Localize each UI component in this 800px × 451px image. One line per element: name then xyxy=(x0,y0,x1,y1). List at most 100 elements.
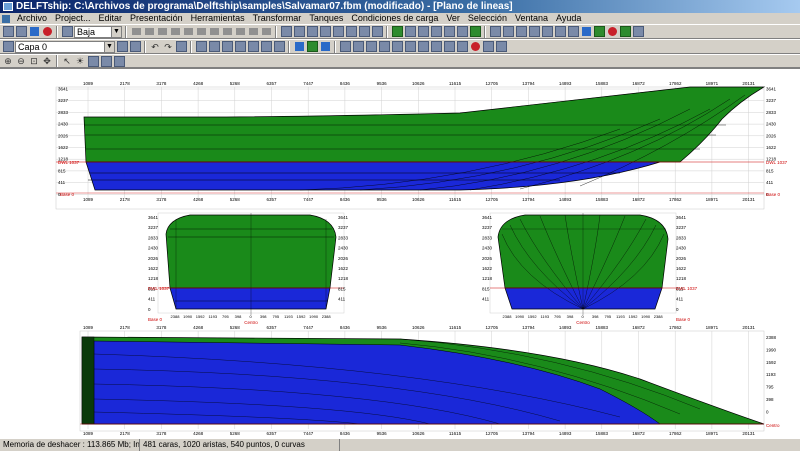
drawing-canvas[interactable]: 1089 2178 3178 4268 5268 6357 7447 8436 9536 1062… xyxy=(0,68,800,438)
edit-icon[interactable] xyxy=(234,41,246,53)
edit-points-icon[interactable] xyxy=(280,26,292,38)
tool-icon[interactable] xyxy=(430,26,442,38)
grid-icon[interactable] xyxy=(365,41,377,53)
tool-icon[interactable] xyxy=(456,26,468,38)
menu-ver[interactable]: Ver xyxy=(442,13,464,24)
menu-presentacion[interactable]: Presentación xyxy=(126,13,187,24)
grid-icon[interactable] xyxy=(482,41,494,53)
hull-view-icon[interactable] xyxy=(221,26,233,38)
lines-plan[interactable]: 1089 2178 3178 4268 5268 6357 7447 8436 9536 1062… xyxy=(0,69,800,439)
grid-icon[interactable] xyxy=(456,41,468,53)
grid-icon[interactable] xyxy=(430,41,442,53)
menu-herramientas[interactable]: Herramientas xyxy=(187,13,249,24)
new-file-icon[interactable] xyxy=(2,26,14,38)
layer-icon[interactable] xyxy=(2,41,14,53)
grid-icon[interactable] xyxy=(404,41,416,53)
hull-view-icon[interactable] xyxy=(182,26,194,38)
tool-icon[interactable] xyxy=(502,26,514,38)
tool-icon[interactable] xyxy=(443,26,455,38)
edit-points-icon[interactable] xyxy=(293,26,305,38)
grid-icon[interactable] xyxy=(469,41,481,53)
precision-select[interactable]: Baja ▼ xyxy=(74,25,122,38)
menu-editar[interactable]: Editar xyxy=(95,13,127,24)
grid-icon[interactable] xyxy=(339,41,351,53)
layer-properties-icon[interactable] xyxy=(116,41,128,53)
delete-icon[interactable] xyxy=(175,41,187,53)
tool-icon[interactable] xyxy=(580,26,592,38)
tool-icon[interactable] xyxy=(469,26,481,38)
hull-view-icon[interactable] xyxy=(234,26,246,38)
select-icon[interactable]: ↖ xyxy=(61,55,73,67)
tool-icon[interactable] xyxy=(489,26,501,38)
edit-icon[interactable] xyxy=(273,41,285,53)
hull-view-icon[interactable] xyxy=(143,26,155,38)
zoom-in-icon[interactable]: ⊕ xyxy=(2,55,14,67)
edit-points-icon[interactable] xyxy=(306,26,318,38)
tool-icon[interactable] xyxy=(404,26,416,38)
zoom-extents-icon[interactable]: ⊡ xyxy=(28,55,40,67)
shade-icon[interactable] xyxy=(293,41,305,53)
menu-ayuda[interactable]: Ayuda xyxy=(552,13,585,24)
hydrostatics-icon[interactable] xyxy=(391,26,403,38)
grid-icon[interactable] xyxy=(352,41,364,53)
edit-icon[interactable] xyxy=(260,41,272,53)
grid-icon[interactable] xyxy=(495,41,507,53)
view-icon[interactable] xyxy=(113,55,125,67)
edit-icon[interactable] xyxy=(208,41,220,53)
hull-view-icon[interactable] xyxy=(130,26,142,38)
zoom-out-icon[interactable]: ⊖ xyxy=(15,55,27,67)
layer-select[interactable]: Capa 0 ▼ xyxy=(15,40,115,53)
chart-icon[interactable] xyxy=(593,26,605,38)
waterline-label: 3641 xyxy=(482,215,493,220)
pan-icon[interactable]: ✥ xyxy=(41,55,53,67)
edit-points-icon[interactable] xyxy=(358,26,370,38)
layer-properties-icon[interactable] xyxy=(129,41,141,53)
chevron-down-icon[interactable]: ▼ xyxy=(104,41,114,52)
tool-icon[interactable] xyxy=(554,26,566,38)
hull-view-icon[interactable] xyxy=(195,26,207,38)
menu-transformar[interactable]: Transformar xyxy=(249,13,306,24)
edit-points-icon[interactable] xyxy=(371,26,383,38)
edit-icon[interactable] xyxy=(247,41,259,53)
hull-view-icon[interactable] xyxy=(169,26,181,38)
tool-icon[interactable] xyxy=(567,26,579,38)
hull-view-icon[interactable] xyxy=(260,26,272,38)
tool-icon[interactable] xyxy=(606,26,618,38)
tool-icon[interactable] xyxy=(619,26,631,38)
tool-icon[interactable] xyxy=(632,26,644,38)
edit-points-icon[interactable] xyxy=(332,26,344,38)
view-icon[interactable] xyxy=(87,55,99,67)
shade-icon[interactable] xyxy=(319,41,331,53)
grid-icon[interactable] xyxy=(391,41,403,53)
chevron-down-icon[interactable]: ▼ xyxy=(111,26,121,37)
redo-icon[interactable]: ↷ xyxy=(162,41,174,53)
hull-view-icon[interactable] xyxy=(247,26,259,38)
edit-icon[interactable] xyxy=(195,41,207,53)
hull-view-icon[interactable] xyxy=(208,26,220,38)
menu-condiciones-de-carga[interactable]: Condiciones de carga xyxy=(347,13,442,24)
shade-icon[interactable] xyxy=(306,41,318,53)
save-icon[interactable] xyxy=(28,26,40,38)
tool-icon[interactable] xyxy=(541,26,553,38)
grid-icon[interactable] xyxy=(443,41,455,53)
undo-icon[interactable]: ↶ xyxy=(149,41,161,53)
grid-icon[interactable] xyxy=(378,41,390,53)
tool-icon[interactable] xyxy=(528,26,540,38)
hull-view-icon[interactable] xyxy=(156,26,168,38)
menu-seleccion[interactable]: Selección xyxy=(464,13,511,24)
tool-icon[interactable] xyxy=(515,26,527,38)
edit-icon[interactable] xyxy=(221,41,233,53)
menu-ventana[interactable]: Ventana xyxy=(511,13,552,24)
menu-project[interactable]: Project... xyxy=(51,13,95,24)
grid-icon[interactable] xyxy=(417,41,429,53)
view-icon[interactable] xyxy=(100,55,112,67)
document-icon[interactable] xyxy=(2,14,10,23)
close-file-icon[interactable] xyxy=(41,26,53,38)
edit-points-icon[interactable] xyxy=(345,26,357,38)
open-file-icon[interactable] xyxy=(15,26,27,38)
menu-archivo[interactable]: Archivo xyxy=(13,13,51,24)
tool-icon[interactable] xyxy=(417,26,429,38)
menu-tanques[interactable]: Tanques xyxy=(305,13,347,24)
light-icon[interactable]: ☀ xyxy=(74,55,86,67)
edit-points-icon[interactable] xyxy=(319,26,331,38)
